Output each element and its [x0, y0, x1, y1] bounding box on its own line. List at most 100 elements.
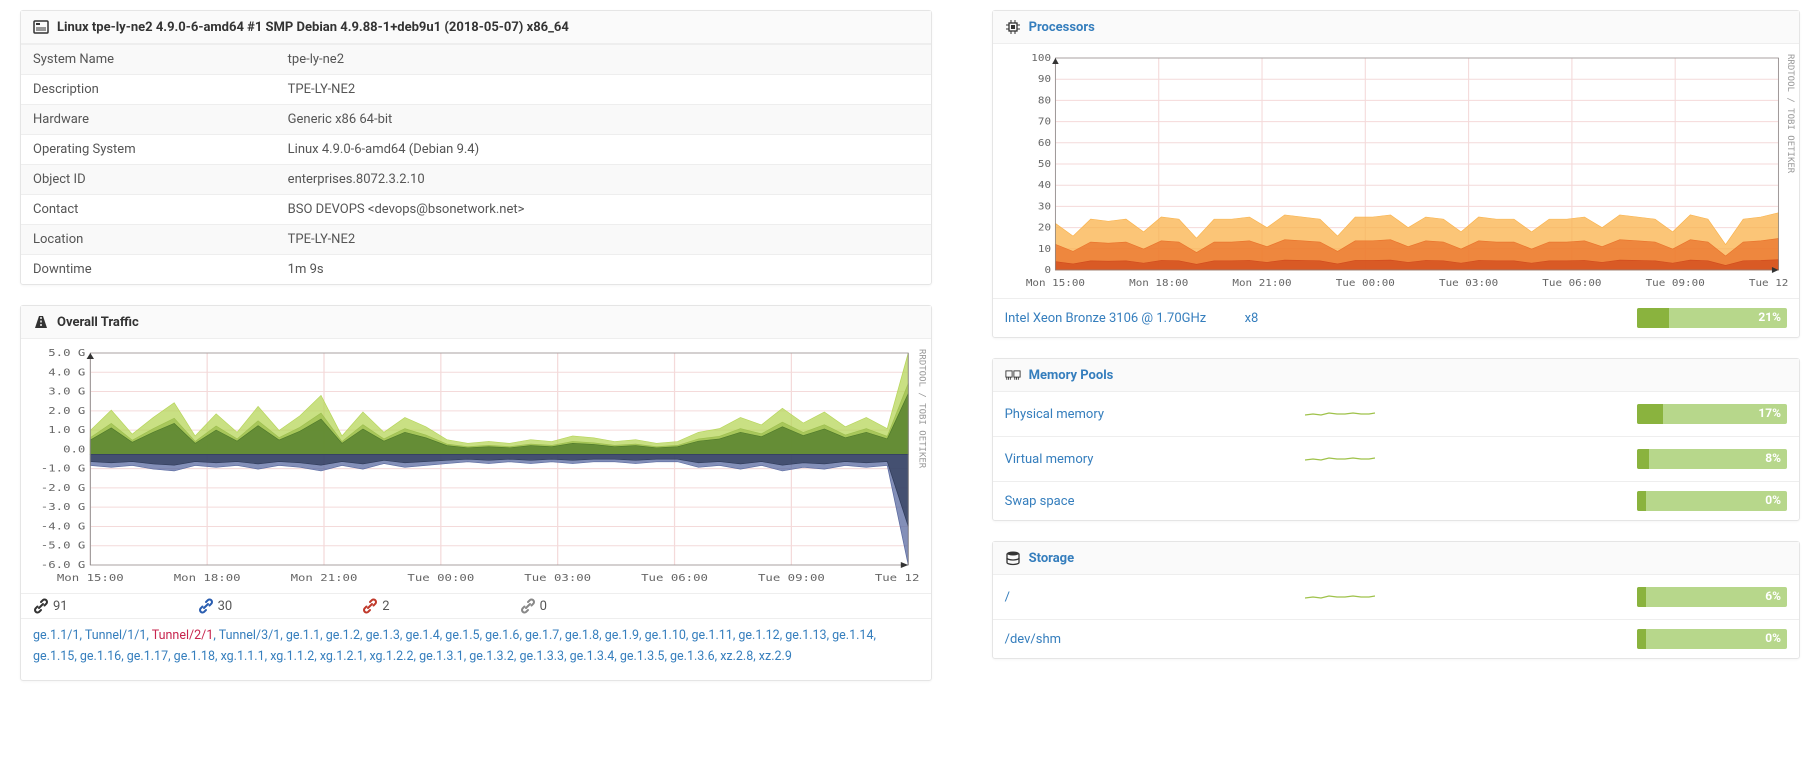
- svg-text:10: 10: [1037, 243, 1050, 254]
- system-info-panel: Linux tpe-ly-ne2 4.9.0-6-amd64 #1 SMP De…: [20, 10, 932, 285]
- usage-name[interactable]: /: [1005, 590, 1010, 605]
- svg-text:Tue 06:00: Tue 06:00: [1542, 277, 1601, 288]
- svg-text:60: 60: [1037, 137, 1050, 148]
- usage-name[interactable]: Physical memory: [1005, 407, 1104, 422]
- interface-count-2a5db0[interactable]: 30: [198, 598, 233, 614]
- sparkline: [1305, 401, 1637, 427]
- interface-count-333[interactable]: 91: [33, 598, 68, 614]
- interface-link[interactable]: ge.1.2: [326, 628, 360, 643]
- sparkline: [1305, 584, 1637, 610]
- usage-name[interactable]: Swap space: [1005, 494, 1075, 509]
- interface-link[interactable]: ge.1.3.1: [419, 649, 464, 664]
- svg-text:Tue 09:00: Tue 09:00: [758, 572, 825, 584]
- interface-link[interactable]: Tunnel/3/1: [219, 628, 281, 643]
- info-value: tpe-ly-ne2: [276, 45, 931, 75]
- server-icon: [33, 19, 49, 35]
- interface-link[interactable]: ge.1.5: [445, 628, 479, 643]
- usage-bar: 8%: [1637, 449, 1787, 469]
- sparkline: [1305, 446, 1637, 472]
- svg-text:Mon 21:00: Mon 21:00: [1232, 277, 1291, 288]
- interface-link[interactable]: xz.2.9: [759, 649, 792, 664]
- svg-text:50: 50: [1037, 158, 1050, 169]
- svg-text:Tue 06:00: Tue 06:00: [641, 572, 708, 584]
- interface-link[interactable]: ge.1.10: [645, 628, 686, 643]
- usage-bar: 6%: [1637, 587, 1787, 607]
- svg-text:Tue 03:00: Tue 03:00: [524, 572, 591, 584]
- svg-text:Tue 12:00: Tue 12:00: [875, 572, 921, 584]
- interface-link[interactable]: ge.1.14: [832, 628, 873, 643]
- interface-link[interactable]: xz.2.8: [720, 649, 753, 664]
- interface-link[interactable]: ge.1.7: [525, 628, 559, 643]
- interface-link[interactable]: ge.1.16: [80, 649, 121, 664]
- interface-link[interactable]: ge.1.1: [286, 628, 320, 643]
- processor-name[interactable]: Intel Xeon Bronze 3106 @ 1.70GHz: [1005, 311, 1207, 326]
- svg-text:Tue 12:00: Tue 12:00: [1748, 277, 1789, 288]
- interface-link[interactable]: xg.1.2.1: [320, 649, 364, 664]
- usage-bar: 17%: [1637, 404, 1787, 424]
- interface-link[interactable]: ge.1.3.6: [670, 649, 715, 664]
- interface-link[interactable]: ge.1.11: [691, 628, 732, 643]
- interface-link[interactable]: ge.1.3.3: [519, 649, 564, 664]
- svg-text:-1.0 G: -1.0 G: [41, 463, 86, 475]
- interface-count-c0392b[interactable]: 2: [362, 598, 389, 614]
- traffic-panel: Overall Traffic 5.0 G4.0 G3.0 G2.0 G1.0 …: [20, 305, 932, 681]
- memory-title[interactable]: Memory Pools: [1029, 368, 1114, 383]
- storage-icon: [1005, 550, 1021, 566]
- svg-text:1.0 G: 1.0 G: [48, 424, 85, 436]
- usage-name[interactable]: /dev/shm: [1005, 632, 1061, 647]
- interface-link[interactable]: ge.1.8: [565, 628, 599, 643]
- interface-link[interactable]: ge.1.4: [405, 628, 439, 643]
- svg-text:-6.0 G: -6.0 G: [41, 559, 86, 571]
- rrd-watermark: RRDTOOL / TOBI OETIKER: [1785, 54, 1795, 173]
- processor-count: x8: [1245, 311, 1305, 326]
- svg-text:20: 20: [1037, 222, 1050, 233]
- info-key: Hardware: [21, 105, 276, 135]
- interface-link[interactable]: Tunnel/1/1: [85, 628, 147, 643]
- svg-text:0.0: 0.0: [63, 443, 86, 455]
- interface-link[interactable]: ge.1.6: [485, 628, 519, 643]
- svg-text:Mon 15:00: Mon 15:00: [1025, 277, 1084, 288]
- info-value: Linux 4.9.0-6-amd64 (Debian 9.4): [276, 135, 931, 165]
- interface-link[interactable]: ge.1.17: [127, 649, 168, 664]
- usage-bar: 0%: [1637, 491, 1787, 511]
- interface-link[interactable]: ge.1.3: [366, 628, 400, 643]
- info-value: TPE-LY-NE2: [276, 75, 931, 105]
- interface-link[interactable]: xg.1.1.1: [221, 649, 265, 664]
- road-icon: [33, 314, 49, 330]
- svg-text:4.0 G: 4.0 G: [48, 366, 85, 378]
- interface-link[interactable]: Tunnel/2/1: [152, 628, 214, 643]
- svg-text:0: 0: [1044, 264, 1051, 275]
- storage-panel: Storage / 6% /dev/shm 0%: [992, 541, 1800, 659]
- interface-list: ge.1.1/1, Tunnel/1/1, Tunnel/2/1, Tunnel…: [21, 618, 931, 680]
- interface-link[interactable]: ge.1.13: [785, 628, 826, 643]
- storage-title[interactable]: Storage: [1029, 551, 1075, 566]
- memory-panel: Memory Pools Physical memory 17% Virtual…: [992, 358, 1800, 521]
- svg-text:5.0 G: 5.0 G: [48, 347, 85, 359]
- interface-count-888[interactable]: 0: [520, 598, 547, 614]
- interface-link[interactable]: ge.1.9: [605, 628, 639, 643]
- interface-link[interactable]: ge.1.1/1: [33, 628, 79, 643]
- usage-row: Virtual memory 8%: [993, 436, 1799, 481]
- interface-link[interactable]: ge.1.18: [174, 649, 215, 664]
- svg-text:Mon 21:00: Mon 21:00: [291, 572, 358, 584]
- interface-link[interactable]: ge.1.3.2: [469, 649, 514, 664]
- interface-link[interactable]: ge.1.12: [738, 628, 779, 643]
- processors-title[interactable]: Processors: [1029, 20, 1095, 35]
- info-value: TPE-LY-NE2: [276, 225, 931, 255]
- usage-name[interactable]: Virtual memory: [1005, 452, 1094, 467]
- usage-row: Swap space 0%: [993, 481, 1799, 520]
- interface-link[interactable]: xg.1.2.2: [369, 649, 413, 664]
- svg-text:Tue 09:00: Tue 09:00: [1645, 277, 1704, 288]
- svg-text:Mon 18:00: Mon 18:00: [1129, 277, 1188, 288]
- traffic-title: Overall Traffic: [57, 315, 139, 330]
- info-value: enterprises.8072.3.2.10: [276, 165, 931, 195]
- usage-row: Physical memory 17%: [993, 392, 1799, 436]
- interface-link[interactable]: ge.1.3.5: [620, 649, 665, 664]
- interface-link[interactable]: ge.1.3.4: [570, 649, 615, 664]
- svg-text:Mon 18:00: Mon 18:00: [174, 572, 241, 584]
- svg-text:Tue 03:00: Tue 03:00: [1439, 277, 1498, 288]
- usage-bar: 0%: [1637, 629, 1787, 649]
- svg-text:100: 100: [1031, 52, 1051, 63]
- interface-link[interactable]: ge.1.15: [33, 649, 74, 664]
- interface-link[interactable]: xg.1.1.2: [270, 649, 314, 664]
